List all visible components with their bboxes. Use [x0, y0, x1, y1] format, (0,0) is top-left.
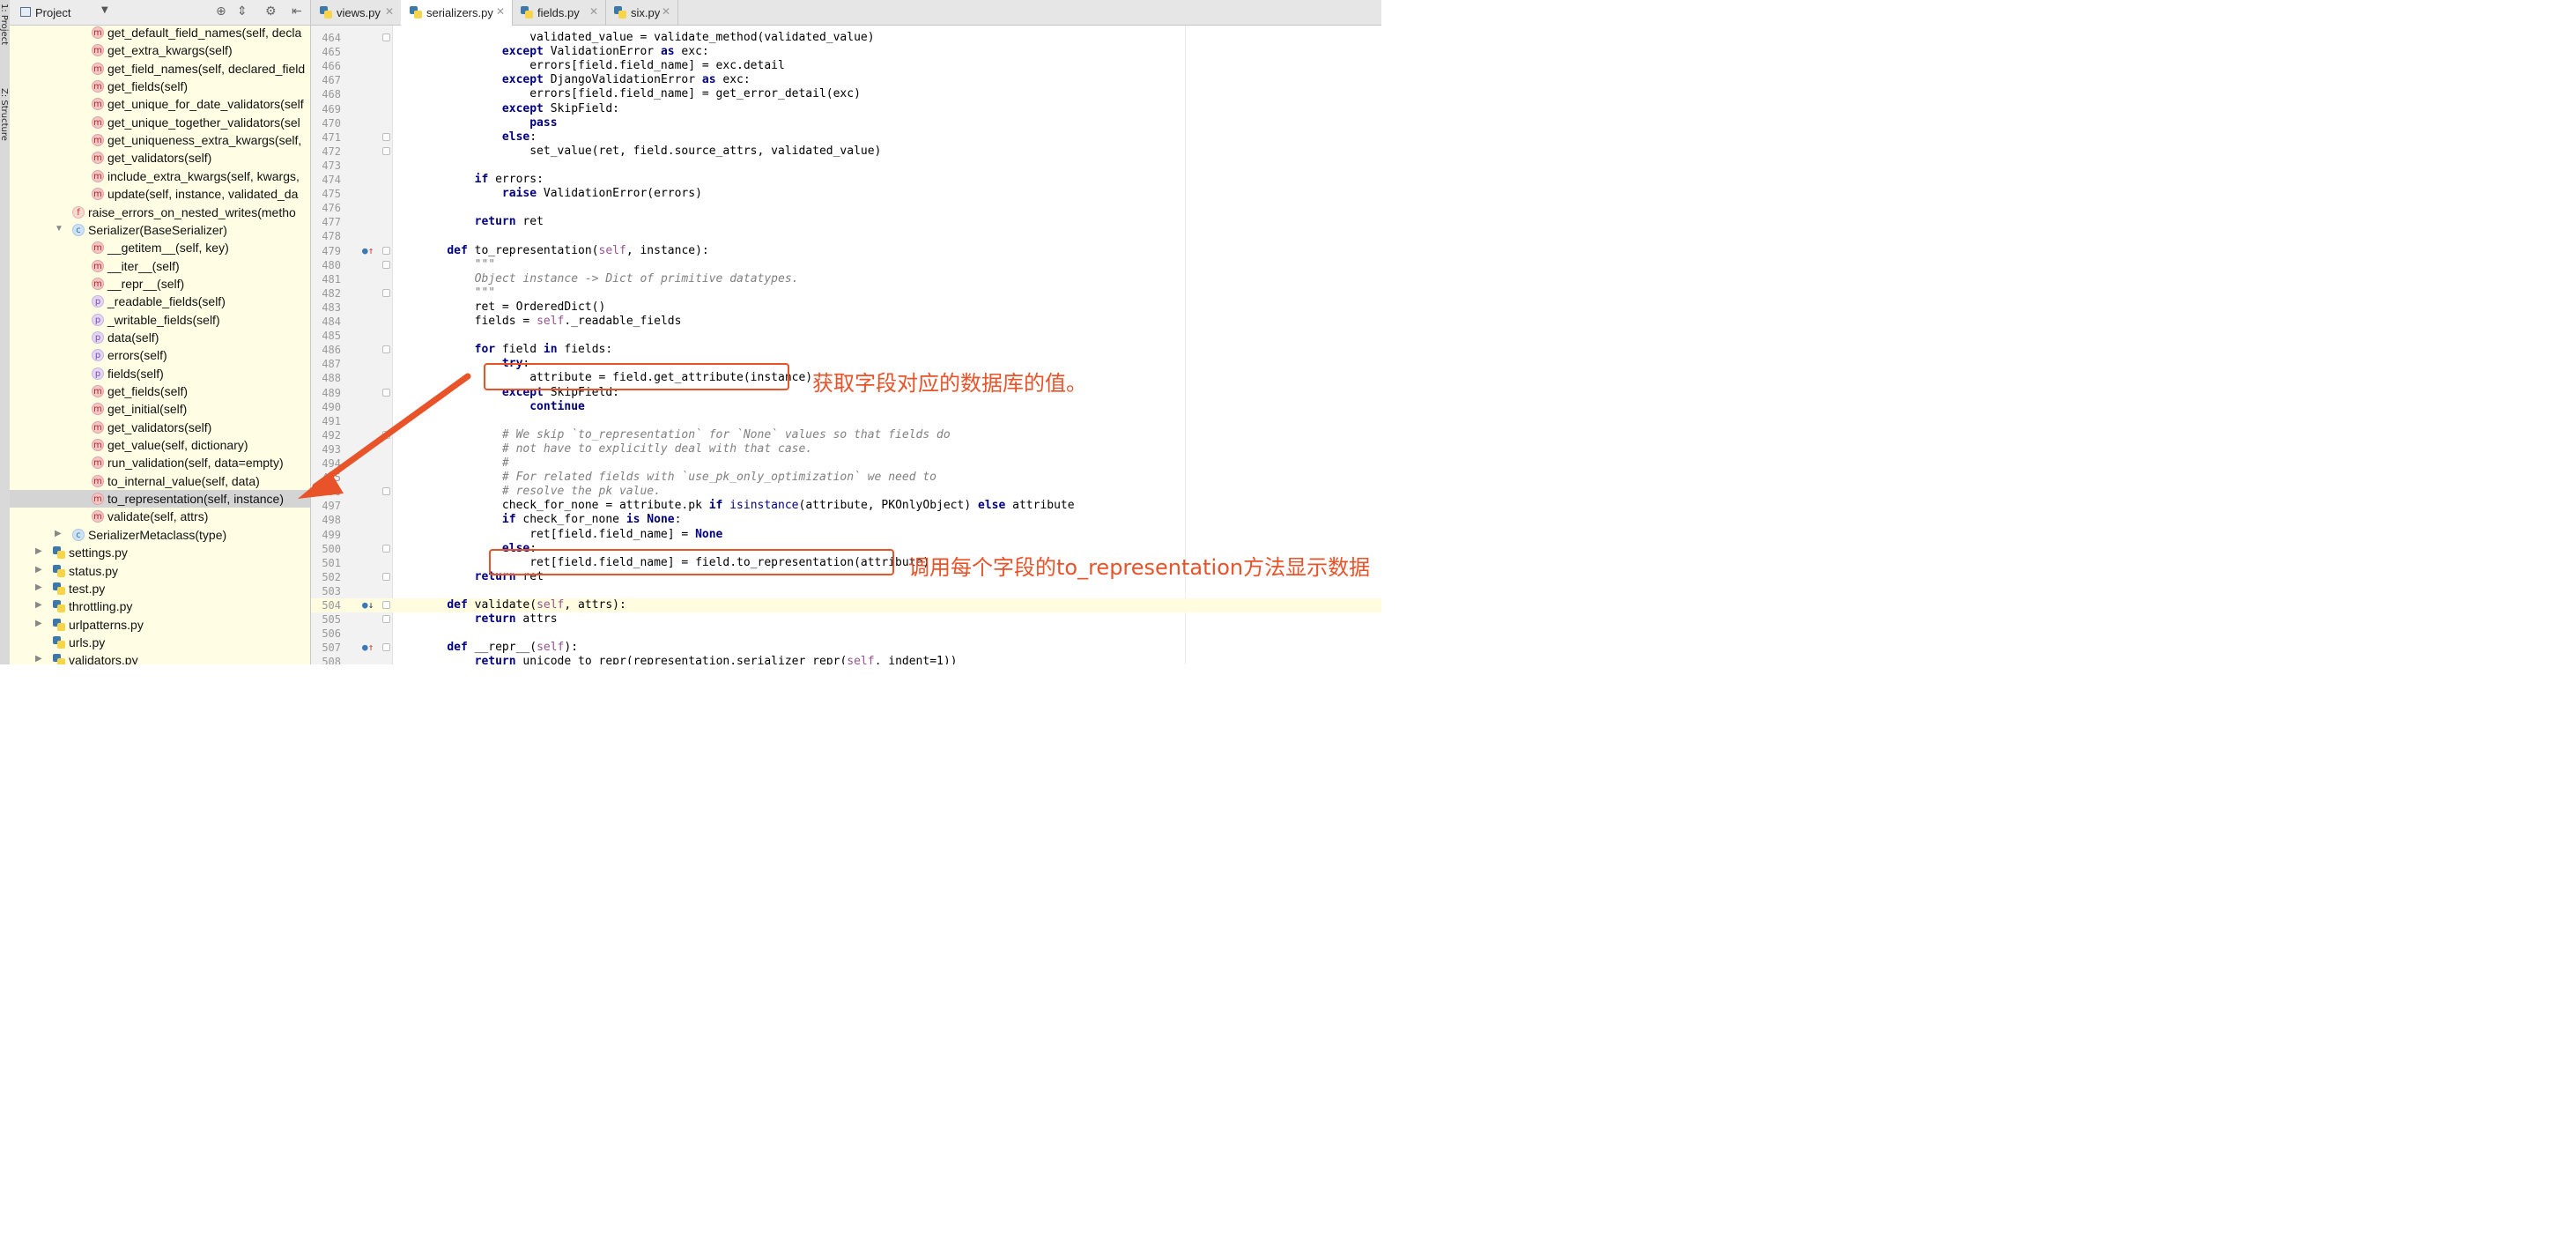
annotation-arrow — [298, 373, 471, 499]
